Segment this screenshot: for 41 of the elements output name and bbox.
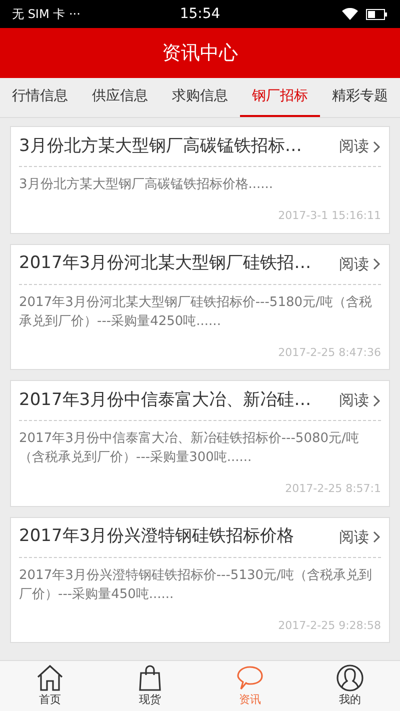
home-icon: [36, 664, 64, 692]
nav-tab[interactable]: 我的: [300, 661, 400, 711]
user-icon: [336, 664, 364, 692]
bag-icon: [136, 664, 164, 692]
article-date: 2017-2-25 8:57:1: [285, 481, 381, 497]
read-link[interactable]: 阅读: [339, 389, 369, 412]
chevron-right-icon: [373, 140, 381, 152]
category-tab[interactable]: 行情信息: [0, 78, 80, 117]
category-tab[interactable]: 供应信息: [80, 78, 160, 117]
read-link[interactable]: 阅读: [339, 252, 369, 276]
article-summary: 2017年3月份中信泰富大冶、新冶硅铁招标价---5080元/吨（含税承兑到厂价）---采购量300吨......: [19, 430, 360, 467]
article-title: 2017年3月份中信泰富大冶、新冶硅…: [19, 388, 312, 412]
read-link[interactable]: 阅读: [339, 526, 369, 548]
category-tab[interactable]: 求购信息: [160, 78, 240, 117]
page-title: 资讯中心: [162, 40, 238, 66]
carrier-text: 无 SIM 卡 ···: [12, 6, 80, 23]
clock-text: 15:54: [180, 4, 220, 24]
article-card[interactable]: 2017年3月份中信泰富大冶、新冶硅… 阅读 2017年3月份中信泰富大冶、新冶硅铁招标价---5080元/吨（含税承兑到厂价）---采购量300吨...... 2017-2-25 8:57:1: [10, 380, 390, 506]
article-title: 3月份北方某大型钢厂高碳锰铁招标…: [19, 134, 303, 158]
read-link[interactable]: 阅读: [339, 135, 369, 158]
speech-bubble-icon: [236, 664, 264, 692]
article-summary: 3月份北方某大型钢厂高碳锰铁招标价格......: [19, 176, 274, 194]
chevron-right-icon: [373, 531, 381, 543]
nav-tab[interactable]: 首页: [0, 661, 100, 711]
category-tab[interactable]: 钢厂招标: [240, 78, 320, 117]
article-title: 2017年3月份河北某大型钢厂硅铁招…: [19, 252, 312, 276]
category-tab[interactable]: 精彩专题: [320, 78, 400, 117]
chevron-right-icon: [373, 394, 381, 406]
article-summary: 2017年3月份河北某大型钢厂硅铁招标价---5180元/吨（含税承兑到厂价）---采购量4250吨......: [19, 294, 373, 330]
wifi-icon: [342, 8, 358, 20]
nav-tab[interactable]: 现货: [100, 661, 200, 711]
article-card[interactable]: 3月份北方某大型钢厂高碳锰铁招标… 阅读 3月份北方某大型钢厂高碳锰铁招标价格...... 2017-3-1 15:16:11: [10, 126, 390, 234]
article-summary: 2017年3月份兴澄特钢硅铁招标价---5130元/吨（含税承兑到厂价）---采购量450吨......: [19, 566, 373, 604]
article-date: 2017-3-1 15:16:11: [278, 208, 381, 224]
article-title: 2017年3月份兴澄特钢硅铁招标价格: [19, 525, 296, 548]
battery-icon: [366, 8, 388, 20]
chevron-right-icon: [373, 258, 381, 270]
article-card[interactable]: 2017年3月份河北某大型钢厂硅铁招… 阅读 2017年3月份河北某大型钢厂硅铁招标价---5180元/吨（含税承兑到厂价）---采购量4250吨...... 2017-2-25 8:47:36: [10, 244, 390, 370]
article-date: 2017-2-25 9:28:58: [278, 618, 381, 634]
article-date: 2017-2-25 8:47:36: [278, 344, 381, 360]
article-card[interactable]: 2017年3月份兴澄特钢硅铁招标价格 阅读 2017年3月份兴澄特钢硅铁招标价---5130元/吨（含税承兑到厂价）---采购量450吨...... 2017-2-25 9:28:58: [10, 516, 390, 643]
